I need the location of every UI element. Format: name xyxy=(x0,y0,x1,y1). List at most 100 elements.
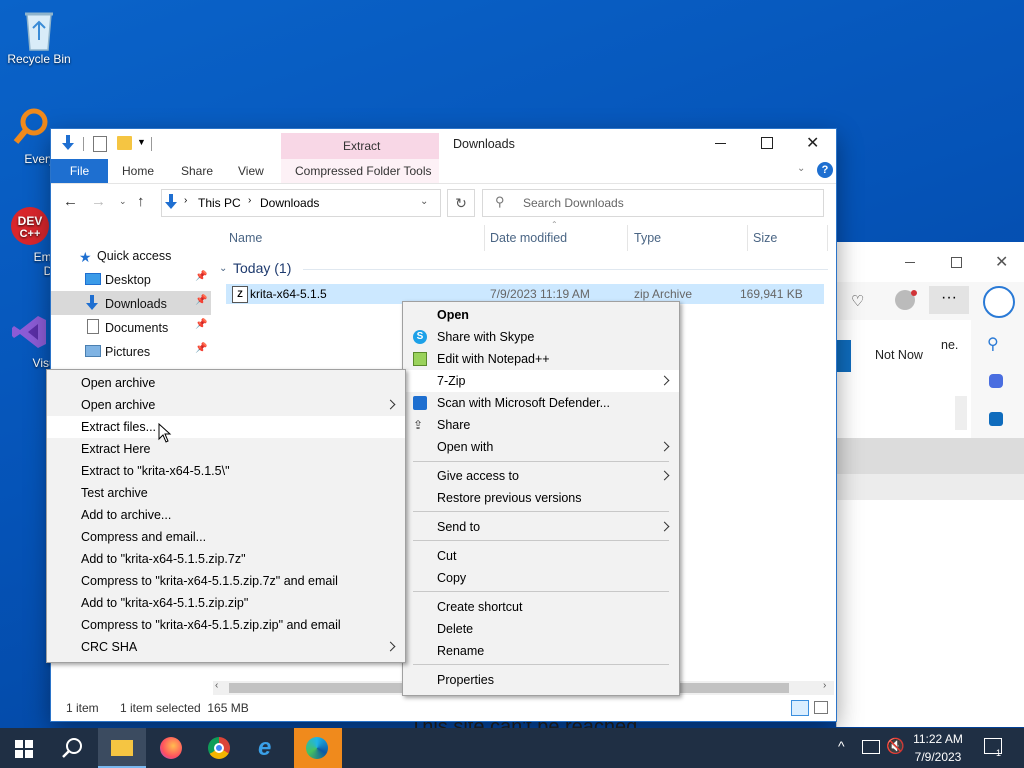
menu-item[interactable]: 7-Zip xyxy=(403,370,679,392)
start-button[interactable] xyxy=(0,728,48,768)
details-view-icon[interactable] xyxy=(791,700,809,716)
group-collapse-icon[interactable]: ⌄ xyxy=(219,263,227,274)
sidebar-search-icon[interactable]: ⚲ xyxy=(987,334,999,354)
taskbar-firefox[interactable] xyxy=(148,728,196,768)
address-bar[interactable]: › This PC › Downloads ⌄ xyxy=(161,189,441,217)
group-header[interactable]: Today (1) xyxy=(233,260,291,276)
minimize-button[interactable] xyxy=(715,143,726,144)
sidebar-office-icon[interactable] xyxy=(989,412,1003,426)
menu-item[interactable]: Send to xyxy=(403,516,679,538)
maximize-icon[interactable] xyxy=(951,257,962,268)
menu-item[interactable]: Open archive xyxy=(47,372,405,394)
scroll-left-icon[interactable]: ‹ xyxy=(215,680,218,691)
chevron-down-icon[interactable]: ▼ xyxy=(137,137,146,147)
menu-item[interactable]: Add to "krita-x64-5.1.5.zip.7z" xyxy=(47,548,405,570)
network-icon[interactable] xyxy=(862,740,880,754)
tab-home[interactable]: Home xyxy=(122,159,154,183)
new-folder-icon[interactable] xyxy=(117,136,132,150)
menu-item[interactable]: Rename xyxy=(403,640,679,662)
mouse-cursor xyxy=(158,422,172,446)
menu-item[interactable]: Extract files... xyxy=(47,416,405,438)
column-header-type[interactable]: Type xyxy=(634,230,661,250)
scroll-right-icon[interactable]: › xyxy=(823,680,826,691)
taskbar-chrome[interactable] xyxy=(196,728,244,768)
down-arrow-icon[interactable] xyxy=(61,135,74,151)
help-icon[interactable]: ? xyxy=(817,162,833,178)
menu-item[interactable]: Restore previous versions xyxy=(403,487,679,509)
taskbar-internet-explorer[interactable]: e xyxy=(246,728,294,768)
internet-explorer-icon: e xyxy=(258,734,272,761)
menu-item[interactable]: Cut xyxy=(403,545,679,567)
forward-arrow-icon[interactable]: → xyxy=(91,193,106,210)
close-button[interactable]: ✕ xyxy=(806,133,819,153)
nav-pictures[interactable]: Pictures xyxy=(105,341,150,363)
menu-item[interactable]: Open with xyxy=(403,436,679,458)
more-menu-button[interactable]: ··· xyxy=(929,286,969,314)
not-now-button[interactable]: Not Now xyxy=(875,348,923,362)
menu-item[interactable]: Delete xyxy=(403,618,679,640)
menu-item[interactable]: Open xyxy=(403,304,679,326)
column-header-name[interactable]: Name xyxy=(229,230,262,250)
breadcrumb-this-pc[interactable]: This PC xyxy=(198,196,241,210)
menu-item[interactable]: Copy xyxy=(403,567,679,589)
back-arrow-icon[interactable]: ← xyxy=(63,193,78,210)
breadcrumb-downloads[interactable]: Downloads xyxy=(260,196,319,210)
up-arrow-icon[interactable]: ↑ xyxy=(137,193,145,210)
tab-view[interactable]: View xyxy=(238,159,264,183)
address-dropdown-icon[interactable]: ⌄ xyxy=(420,196,428,207)
menu-item[interactable]: Share ⇪ xyxy=(403,414,679,436)
menu-item[interactable]: Scan with Microsoft Defender... xyxy=(403,392,679,414)
menu-item[interactable]: Give access to xyxy=(403,465,679,487)
column-header-date[interactable]: Date modified xyxy=(490,230,567,250)
menu-item[interactable]: Open archive xyxy=(47,394,405,416)
menu-item[interactable]: Compress to "krita-x64-5.1.5.zip.zip" an… xyxy=(47,614,405,636)
large-icons-view-icon[interactable] xyxy=(814,701,828,714)
menu-item[interactable]: Add to archive... xyxy=(47,504,405,526)
menu-item-label: Compress and email... xyxy=(81,530,207,544)
pin-icon: 📌 xyxy=(195,271,208,282)
browser-gray-band xyxy=(837,438,1024,474)
menu-item[interactable]: Add to "krita-x64-5.1.5.zip.zip" xyxy=(47,592,405,614)
nav-downloads[interactable]: Downloads xyxy=(105,293,167,315)
refresh-icon[interactable]: ↻ xyxy=(447,189,475,217)
menu-item[interactable]: Edit with Notepad++ xyxy=(403,348,679,370)
minimize-icon[interactable] xyxy=(905,262,915,263)
search-taskbar-button[interactable] xyxy=(48,728,96,768)
close-icon[interactable]: ✕ xyxy=(995,252,1008,272)
properties-icon[interactable] xyxy=(93,136,107,152)
search-input[interactable]: Search Downloads xyxy=(523,196,624,210)
bing-icon[interactable] xyxy=(983,286,1015,318)
menu-item-label: Add to archive... xyxy=(81,508,172,522)
menu-item[interactable]: Properties xyxy=(403,669,679,691)
show-hidden-icons[interactable]: ^ xyxy=(838,738,845,754)
clock-date[interactable]: 7/9/2023 xyxy=(913,750,963,764)
nav-desktop[interactable]: Desktop xyxy=(105,269,151,291)
search-icon xyxy=(62,738,82,758)
sidebar-copilot-icon[interactable] xyxy=(989,374,1003,388)
browser-scrollbar[interactable] xyxy=(955,396,967,430)
expand-ribbon-icon[interactable]: ⌄ xyxy=(797,163,805,174)
maximize-button[interactable] xyxy=(761,137,773,149)
nav-quick-access[interactable]: Quick access xyxy=(97,245,171,267)
tab-share[interactable]: Share xyxy=(181,159,213,183)
taskbar-file-explorer[interactable] xyxy=(98,728,146,768)
menu-item[interactable]: CRC SHA xyxy=(47,636,405,658)
nav-documents[interactable]: Documents xyxy=(105,317,168,339)
tab-file[interactable]: File xyxy=(51,159,108,183)
volume-mute-icon[interactable]: 🔇 xyxy=(886,737,905,755)
menu-item[interactable]: Share with Skype S xyxy=(403,326,679,348)
recent-locations-icon[interactable]: ⌄ xyxy=(119,196,127,207)
menu-item[interactable]: Extract Here xyxy=(47,438,405,460)
clock-time[interactable]: 11:22 AM xyxy=(913,732,963,746)
tab-compressed-folder-tools[interactable]: Compressed Folder Tools xyxy=(295,159,432,183)
menu-item[interactable]: Compress and email... xyxy=(47,526,405,548)
menu-item[interactable]: Test archive xyxy=(47,482,405,504)
search-box[interactable]: ⚲ Search Downloads xyxy=(482,189,824,217)
desktop-icon-recycle-bin[interactable]: Recycle Bin xyxy=(2,8,76,66)
taskbar-edge[interactable] xyxy=(294,728,342,768)
menu-item[interactable]: Create shortcut xyxy=(403,596,679,618)
menu-item[interactable]: Extract to "krita-x64-5.1.5\" xyxy=(47,460,405,482)
health-icon[interactable]: ♡ xyxy=(851,292,864,310)
column-header-size[interactable]: Size xyxy=(753,230,777,250)
menu-item[interactable]: Compress to "krita-x64-5.1.5.zip.7z" and… xyxy=(47,570,405,592)
